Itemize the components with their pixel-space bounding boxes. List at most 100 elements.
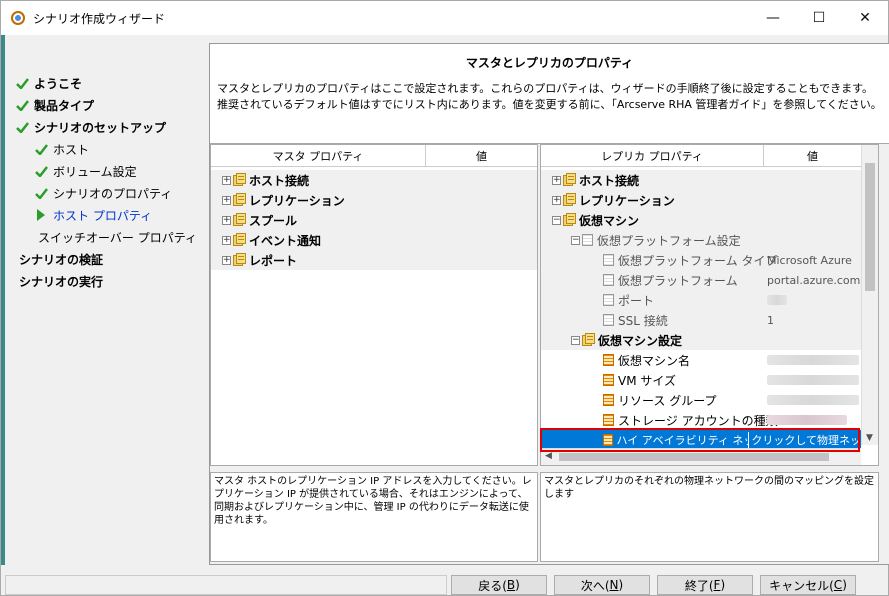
property-group-icon [233,173,247,187]
check-icon [34,186,48,200]
replica-group-platform-settings[interactable]: − 仮想プラットフォーム設定 [541,230,861,250]
platform-type-value: Microsoft Azure [767,253,852,267]
step-welcome: ようこそ [15,73,82,93]
replica-group-virtual-machine[interactable]: − 仮想マシン [541,210,861,230]
wizard-footer: 戻る(B) 次へ(N) 終了(F) キャンセル(C) [1,567,888,595]
expand-icon[interactable]: + [222,175,231,185]
property-icon [582,234,593,246]
master-group-event-notification[interactable]: + イベント通知 [211,230,537,250]
property-group-icon [233,253,247,267]
step-label: ボリューム設定 [53,164,137,179]
button-shortcut: N [609,578,619,592]
check-icon [15,120,29,134]
expand-icon[interactable]: + [552,195,561,205]
property-icon [603,294,614,306]
button-label: 終了( [684,578,714,593]
replica-property-column-header[interactable]: レプリカ プロパティ [541,145,764,167]
storage-type-value-redacted[interactable] [767,410,847,430]
step-host: ホスト [34,139,89,159]
step-scenario-verification: シナリオの検証 [19,249,103,269]
property-icon [603,354,614,366]
window-controls: — ☐ ✕ [750,1,888,35]
group-label: 仮想マシン [579,213,640,228]
scroll-down-icon[interactable]: ▼ [866,433,873,443]
replica-group-host-connection[interactable]: + ホスト接続 [541,170,861,190]
replica-value-column-header[interactable]: 値 [764,145,861,167]
step-product-type: 製品タイプ [15,95,94,115]
property-label: SSL 接続 [618,313,668,328]
scrollbar-thumb[interactable] [865,163,875,291]
step-label: シナリオのプロパティ [53,186,173,201]
replica-group-vm-settings[interactable]: − 仮想マシン設定 [541,330,861,350]
master-column-headers: マスタ プロパティ 値 [211,145,537,167]
highlight-box [540,428,860,452]
check-icon [34,142,48,156]
button-label-end: ) [515,578,520,592]
expand-icon[interactable]: + [222,255,231,265]
property-group-icon [582,333,596,347]
button-label-end: ) [618,578,624,592]
master-group-spool[interactable]: + スプール [211,210,537,230]
property-icon [603,274,614,286]
property-label: ポート [618,293,655,308]
master-value-column-header[interactable]: 値 [426,145,537,167]
group-label: ホスト接続 [249,173,310,188]
check-icon [15,98,29,112]
replica-column-headers: レプリカ プロパティ 値 [541,145,861,167]
vm-name-value-redacted[interactable] [767,350,859,370]
collapse-icon[interactable]: − [571,335,580,345]
step-label: ホスト [53,142,90,157]
vm-size-value-redacted[interactable] [767,370,859,390]
master-group-report[interactable]: + レポート [211,250,537,270]
expand-icon[interactable]: + [222,215,231,225]
properties-area: マスタ プロパティ 値 + ホスト接続 + レプリケーション + スプール + … [210,144,889,564]
property-label: リソース グループ [618,393,717,408]
replica-prop-ssl[interactable]: SSL 接続 [541,310,861,330]
step-switchover-properties: スイッチオーバー プロパティ [38,227,197,247]
replica-group-replication[interactable]: + レプリケーション [541,190,861,210]
master-property-column-header[interactable]: マスタ プロパティ [211,145,426,167]
replica-prop-port[interactable]: ポート [541,290,861,310]
step-label: スイッチオーバー プロパティ [38,230,197,245]
button-label-end: ) [720,578,726,592]
property-icon [603,414,614,426]
button-label: 次へ( [580,578,610,593]
scrollbar-thumb[interactable] [559,453,829,461]
finish-button[interactable]: 終了(F) [657,575,753,595]
cancel-button[interactable]: キャンセル(C) [760,575,856,595]
collapse-icon[interactable]: − [552,215,561,225]
property-icon [603,254,614,266]
expand-icon[interactable]: + [552,175,561,185]
property-label: 仮想プラットフォーム [618,273,738,288]
master-group-host-connection[interactable]: + ホスト接続 [211,170,537,190]
main-panel: マスタとレプリカのプロパティ マスタとレプリカのプロパティはここで設定されます。… [209,43,889,565]
scroll-left-icon[interactable]: ◀ [545,451,552,461]
ssl-value: 1 [767,313,774,327]
step-scenario-run: シナリオの実行 [19,271,103,291]
group-label: レプリケーション [579,193,675,208]
wizard-window: シナリオ作成ウィザード — ☐ ✕ ようこそ 製品タイプ シナリオのセットアップ… [0,0,889,596]
collapse-icon[interactable]: − [571,235,580,245]
replica-vertical-scrollbar[interactable]: ▼ [861,145,878,445]
button-label: 戻る( [478,578,507,593]
page-description: マスタとレプリカのプロパティはここで設定されます。これらのプロパティは、ウィザー… [217,81,882,113]
back-button[interactable]: 戻る(B) [451,575,547,595]
expand-icon[interactable]: + [222,235,231,245]
step-label: ようこそ [34,76,83,91]
expand-icon[interactable]: + [222,195,231,205]
step-label: シナリオの検証 [19,252,104,267]
property-label: 仮想プラットフォーム タイプ [618,253,778,268]
button-label: キャンセル( [769,578,834,593]
next-button[interactable]: 次へ(N) [554,575,650,595]
minimize-button[interactable]: — [750,1,796,35]
port-value-redacted [767,290,787,310]
group-label: レポート [249,253,298,268]
property-group-icon [563,173,577,187]
resource-group-value-redacted[interactable] [767,390,859,410]
close-button[interactable]: ✕ [842,1,888,35]
description-line: 推奨されているデフォルト値はすでにリスト内にあります。値を変更する前に、「Arc… [217,98,882,111]
master-group-replication[interactable]: + レプリケーション [211,190,537,210]
property-label: ストレージ アカウントの種類 [618,413,778,428]
description-line: マスタとレプリカのプロパティはここで設定されます。これらのプロパティは、ウィザー… [217,82,874,95]
maximize-button[interactable]: ☐ [796,1,842,35]
